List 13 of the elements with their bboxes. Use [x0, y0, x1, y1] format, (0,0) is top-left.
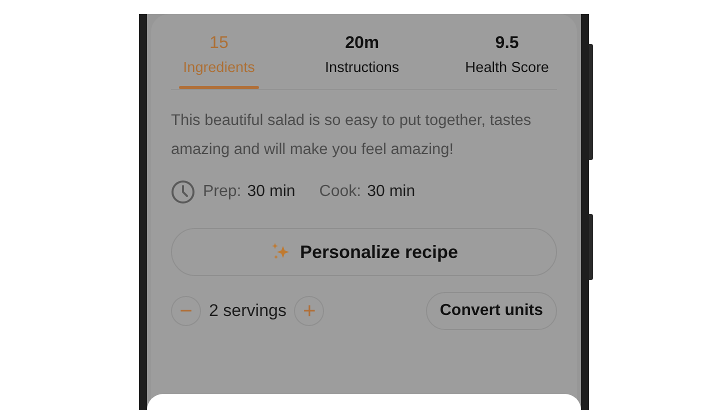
- tab[interactable]: 20m Instructions: [322, 14, 402, 89]
- side-button[interactable]: [589, 214, 593, 280]
- time-value: 30 min: [367, 182, 416, 202]
- convert-units-button[interactable]: Convert units: [426, 292, 557, 330]
- tab[interactable]: 9.5 Health Score: [465, 14, 549, 89]
- servings-count: 2 servings: [209, 300, 286, 322]
- time-value: 30 min: [247, 182, 296, 202]
- clock-icon: [171, 180, 195, 204]
- time-label: Cook:: [319, 182, 362, 202]
- personalize-button[interactable]: Personalize recipe: [171, 228, 557, 276]
- recipe-description: This beautiful salad is so easy to put together, tastes amazing and will make you feel amazing!: [171, 111, 532, 160]
- time-label: Prep:: [203, 182, 242, 202]
- side-button[interactable]: [589, 44, 593, 160]
